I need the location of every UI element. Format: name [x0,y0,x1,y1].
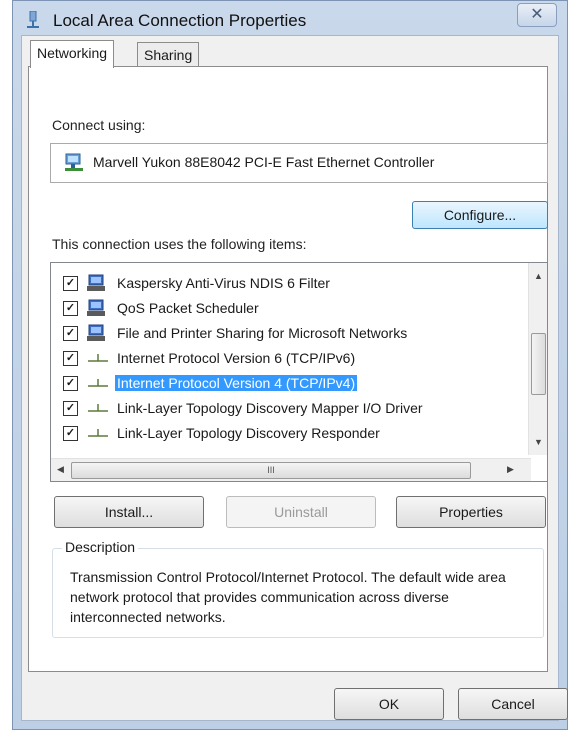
item-checkbox[interactable]: ✓ [63,401,78,416]
scroll-up-icon[interactable]: ▲ [534,271,543,281]
scroll-grip: III [267,465,275,475]
network-client-icon [87,324,105,341]
network-client-icon [87,299,105,316]
list-item-label: Internet Protocol Version 6 (TCP/IPv6) [117,350,356,366]
vertical-scroll-thumb[interactable] [531,333,546,395]
cancel-button[interactable]: Cancel [458,688,568,720]
close-icon: ✕ [530,6,544,23]
ok-button[interactable]: OK [334,688,444,720]
vertical-scrollbar[interactable]: ▲ ▼ [528,263,547,455]
close-button[interactable]: ✕ [517,3,557,27]
adapter-field: Marvell Yukon 88E8042 PCI-E Fast Etherne… [50,143,548,183]
list-item[interactable]: ✓ Link-Layer Topology Discovery Mapper I… [51,396,521,422]
tab-sharing[interactable]: Sharing [137,42,200,68]
items-section-label: This connection uses the following items… [52,236,307,252]
item-checkbox[interactable]: ✓ [63,326,78,341]
install-button-label: Install... [104,504,154,520]
list-item[interactable]: ✓ File and Printer Sharing for Microsoft… [51,321,521,347]
properties-button[interactable]: Properties [396,496,546,528]
list-item-label: QoS Packet Scheduler [117,300,259,316]
description-text: Transmission Control Protocol/Internet P… [70,569,506,625]
list-item-label: Link-Layer Topology Discovery Responder [117,425,380,441]
list-item-label: File and Printer Sharing for Microsoft N… [117,325,408,341]
protocol-icon [88,379,108,387]
window-title: Local Area Connection Properties [53,11,307,30]
ok-button-label: OK [378,696,400,712]
tab-networking[interactable]: Networking [30,40,115,68]
list-item-selected[interactable]: ✓ Internet Protocol Version 4 (TCP/IPv4) [51,371,521,397]
list-item-label: Internet Protocol Version 4 (TCP/IPv4) [115,375,358,391]
tab-sharing-label: Sharing [144,47,193,63]
horizontal-scroll-thumb[interactable]: III [71,462,471,479]
protocol-icon [88,354,108,362]
list-item[interactable]: ✓ Kaspersky Anti-Virus NDIS 6 Filter [51,271,521,297]
horizontal-scrollbar[interactable]: ◀ III ▶ [51,458,531,481]
uninstall-button-label: Uninstall [274,504,328,520]
cancel-button-label: Cancel [491,696,535,712]
scroll-left-icon[interactable]: ◀ [57,464,64,475]
protocol-icon [88,404,108,412]
item-checkbox[interactable]: ✓ [63,276,78,291]
network-adapter-icon [65,153,83,171]
item-checkbox[interactable]: ✓ [63,426,78,441]
connect-using-label: Connect using: [52,117,146,133]
title-bar[interactable]: Local Area Connection Properties ✕ [13,1,567,39]
item-checkbox[interactable]: ✓ [63,376,78,391]
network-client-icon [87,274,105,291]
item-checkbox[interactable]: ✓ [63,301,78,316]
scroll-right-icon[interactable]: ▶ [507,464,514,475]
items-list[interactable]: ✓ Kaspersky Anti-Virus NDIS 6 Filter ✓ Q… [50,262,548,482]
list-item[interactable]: ✓ Internet Protocol Version 6 (TCP/IPv6) [51,346,521,372]
tab-networking-label: Networking [37,45,108,61]
list-item-label: Link-Layer Topology Discovery Mapper I/O… [117,400,423,416]
item-checkbox[interactable]: ✓ [63,351,78,366]
adapter-name: Marvell Yukon 88E8042 PCI-E Fast Etherne… [93,154,435,170]
protocol-icon [88,429,108,437]
network-connection-icon [27,11,39,28]
scroll-down-icon[interactable]: ▼ [534,437,543,447]
properties-button-label: Properties [439,504,503,520]
uninstall-button[interactable]: Uninstall [226,496,376,528]
configure-button-label: Configure... [443,207,517,223]
list-item[interactable]: ✓ QoS Packet Scheduler [51,296,521,322]
configure-button[interactable]: Configure... [412,201,548,229]
list-item[interactable]: ✓ Link-Layer Topology Discovery Responde… [51,421,521,447]
install-button[interactable]: Install... [54,496,204,528]
list-item-label: Kaspersky Anti-Virus NDIS 6 Filter [117,275,330,291]
description-label: Description [62,539,139,555]
